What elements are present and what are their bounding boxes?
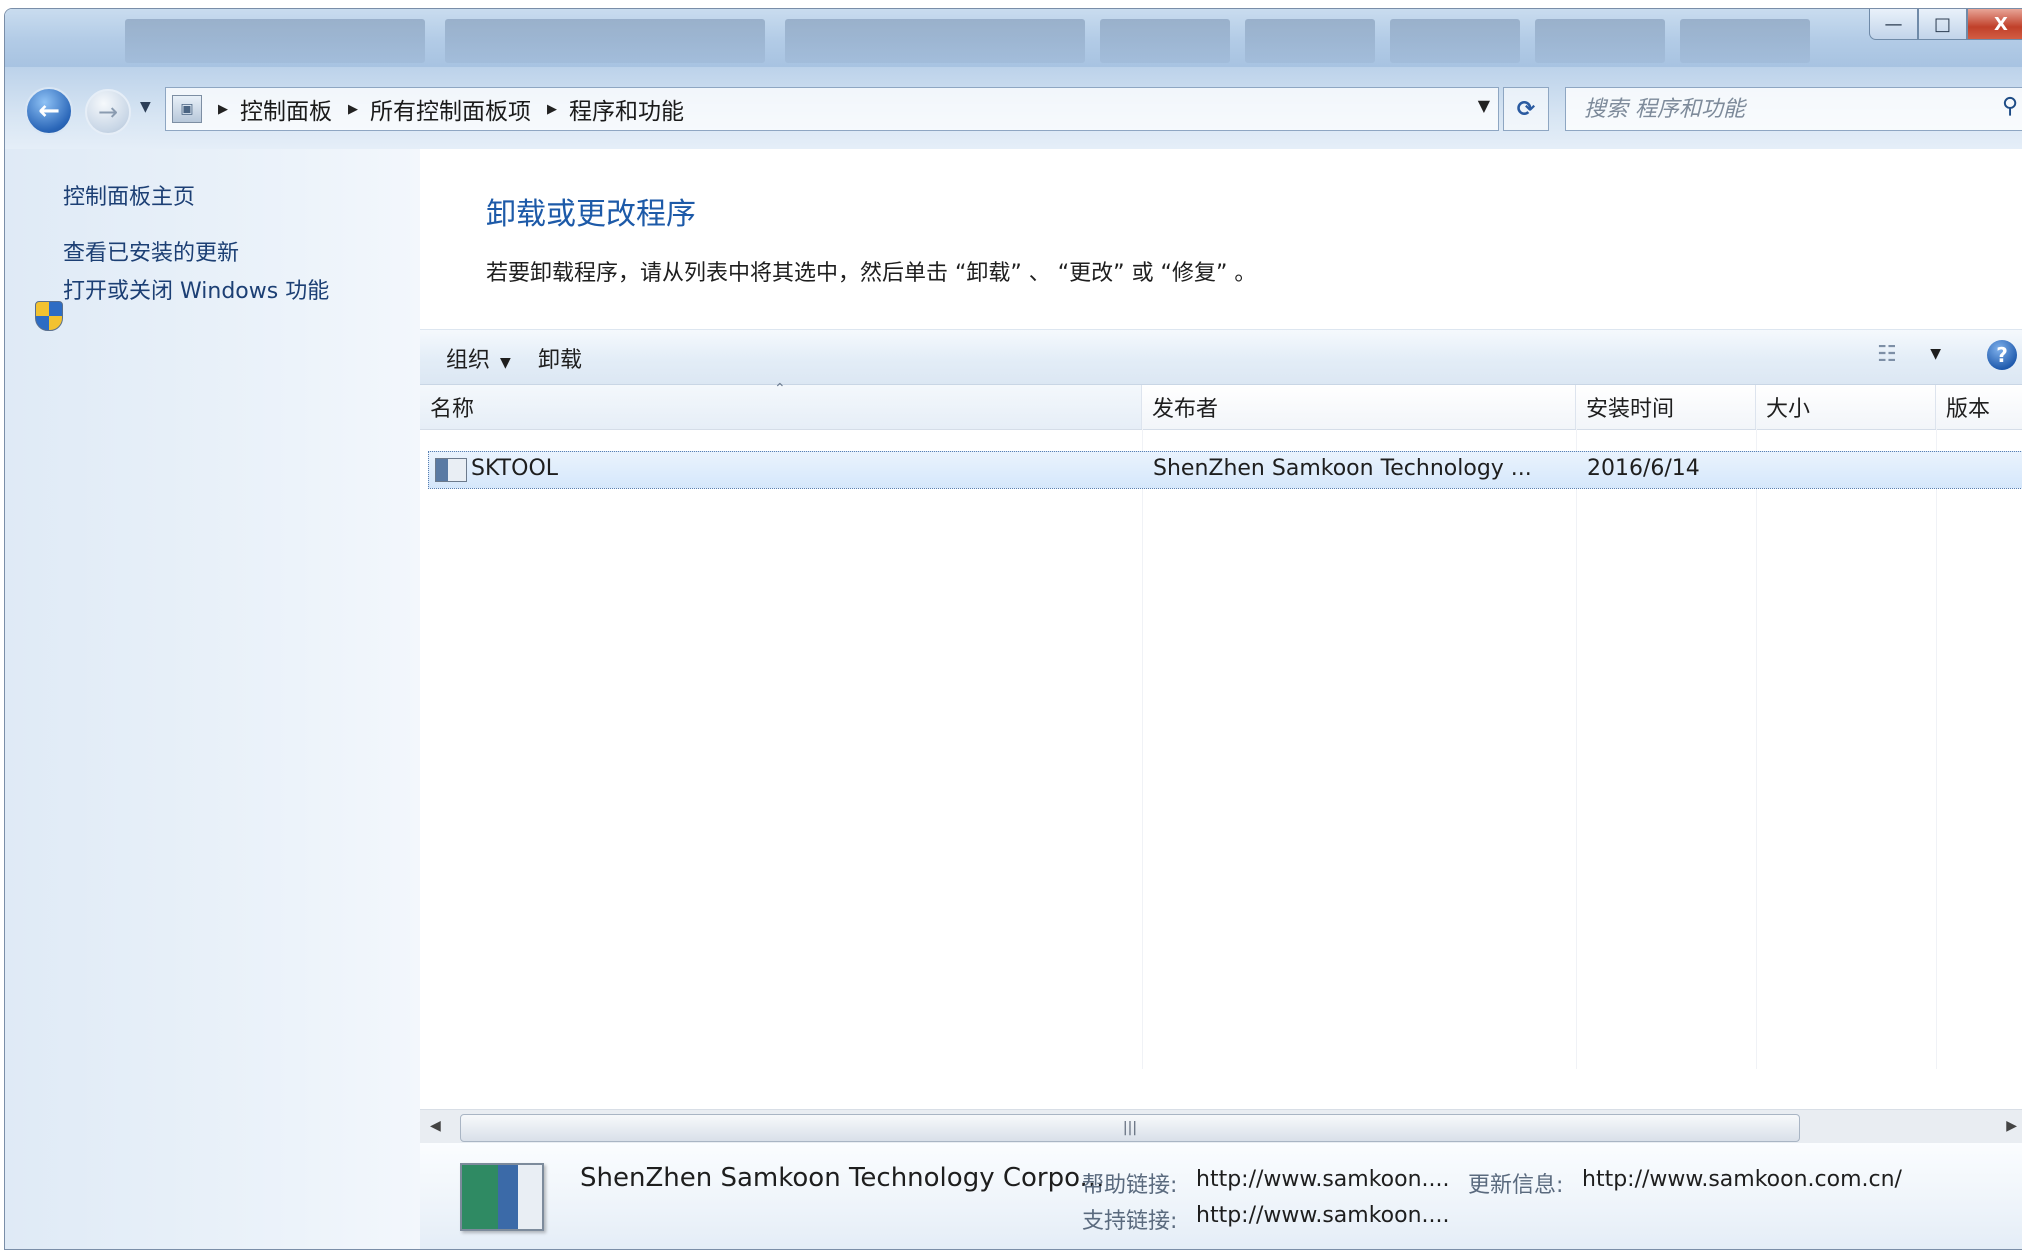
chevron-down-icon: ▼ — [500, 355, 511, 371]
horizontal-scrollbar[interactable]: ◀ ||| ▶ — [420, 1109, 2022, 1144]
breadcrumb-separator-icon[interactable]: ▶ — [348, 102, 358, 117]
organize-label: 组织 — [446, 348, 491, 373]
breadcrumb-separator-icon[interactable]: ▶ — [547, 102, 557, 117]
back-button[interactable]: ← — [25, 87, 73, 135]
title-bar-blur — [785, 19, 1085, 63]
program-large-icon — [460, 1163, 544, 1231]
breadcrumb-programs[interactable]: 程序和功能 — [569, 92, 684, 126]
shield-icon — [35, 301, 63, 331]
help-link-label: 帮助链接: — [1082, 1173, 1178, 1198]
title-bar-blur — [1245, 19, 1375, 63]
column-size[interactable]: 大小 — [1756, 385, 1936, 429]
breadcrumb-separator-icon[interactable]: ▶ — [218, 102, 228, 117]
scroll-left-icon[interactable]: ◀ — [430, 1118, 441, 1134]
refresh-icon: ⟳ — [1516, 96, 1536, 122]
organize-menu[interactable]: 组织 ▼ — [446, 342, 511, 374]
scroll-right-icon[interactable]: ▶ — [2006, 1118, 2017, 1134]
left-pane: 控制面板主页 查看已安装的更新 打开或关闭 Windows 功能 — [5, 149, 420, 1249]
grip-icon: ||| — [1122, 1120, 1138, 1136]
title-bar-blur — [445, 19, 765, 63]
program-icon — [435, 458, 467, 482]
minimize-button[interactable]: — — [1869, 9, 1918, 40]
arrow-left-icon: ← — [38, 96, 60, 126]
search-box[interactable]: ⚲ — [1565, 87, 2022, 131]
column-publisher[interactable]: 发布者 — [1142, 385, 1576, 429]
view-options-icon[interactable]: ☷ — [1877, 342, 1907, 368]
column-version[interactable]: 版本 — [1936, 385, 2022, 429]
title-bar-blur — [1535, 19, 1665, 63]
title-bar-blur — [1680, 19, 1810, 63]
window: — □ X ← → ▼ ▣ ▶ 控制面板 ▶ 所有控制面板项 ▶ 程序和功能 ▼… — [4, 8, 2022, 1250]
maximize-button[interactable]: □ — [1918, 9, 1967, 40]
breadcrumb-control-panel[interactable]: 控制面板 — [240, 92, 332, 126]
program-publisher: ShenZhen Samkoon Technology ... — [1153, 456, 1532, 481]
program-name: SKTOOL — [471, 456, 559, 481]
navigation-bar: ← → ▼ ▣ ▶ 控制面板 ▶ 所有控制面板项 ▶ 程序和功能 ▼ ⟳ ⚲ — [5, 67, 2022, 149]
title-bar-blur — [1100, 19, 1230, 63]
scrollbar-thumb[interactable]: ||| — [460, 1114, 1800, 1142]
column-divider — [1576, 429, 1577, 1069]
arrow-right-icon: → — [97, 98, 119, 126]
table-row[interactable]: SKTOOL ShenZhen Samkoon Technology ... 2… — [428, 451, 2022, 489]
sidebar-item-windows-features[interactable]: 打开或关闭 Windows 功能 — [63, 273, 329, 305]
support-link-label: 支持链接: — [1082, 1209, 1178, 1234]
column-divider — [1142, 429, 1143, 1069]
column-name[interactable]: 名称 ⌃ — [420, 381, 1142, 429]
details-publisher: ShenZhen Samkoon Technology Corpo... — [580, 1163, 1105, 1193]
search-input[interactable] — [1582, 95, 1986, 123]
sidebar-item-installed-updates[interactable]: 查看已安装的更新 — [63, 235, 239, 267]
column-divider — [1936, 429, 1937, 1069]
help-icon[interactable]: ? — [1987, 340, 2017, 370]
page-title: 卸载或更改程序 — [486, 197, 696, 232]
command-bar: 组织 ▼ 卸载 ☷ ▼ ? — [420, 329, 2022, 385]
page-description: 若要卸载程序，请从列表中将其选中，然后单击 “卸载” 、 “更改” 或 “修复”… — [486, 261, 1257, 286]
address-bar[interactable]: ▣ ▶ 控制面板 ▶ 所有控制面板项 ▶ 程序和功能 ▼ — [165, 87, 1499, 131]
history-dropdown-icon[interactable]: ▼ — [140, 99, 151, 115]
list-header: 名称 ⌃ 发布者 安装时间 大小 版本 — [420, 381, 2022, 430]
program-install-date: 2016/6/14 — [1587, 456, 1700, 481]
search-icon[interactable]: ⚲ — [2002, 94, 2018, 119]
column-installed-on[interactable]: 安装时间 — [1576, 385, 1756, 429]
column-name-label: 名称 — [430, 397, 475, 422]
view-dropdown-icon[interactable]: ▼ — [1930, 346, 1941, 362]
main-content: 卸载或更改程序 若要卸载程序，请从列表中将其选中，然后单击 “卸载” 、 “更改… — [420, 149, 2022, 1249]
uninstall-button[interactable]: 卸载 — [538, 342, 582, 374]
breadcrumb-all-items[interactable]: 所有控制面板项 — [370, 92, 531, 126]
details-pane: ShenZhen Samkoon Technology Corpo... 帮助链… — [420, 1143, 2022, 1249]
control-panel-icon: ▣ — [172, 95, 202, 123]
title-bar-blur — [1390, 19, 1520, 63]
forward-button[interactable]: → — [85, 89, 131, 135]
close-button[interactable]: X — [1967, 9, 2022, 40]
sidebar-item-control-panel-home[interactable]: 控制面板主页 — [63, 179, 195, 211]
update-info-label: 更新信息: — [1468, 1173, 1564, 1198]
sort-ascending-icon: ⌃ — [774, 381, 786, 397]
update-info-link[interactable]: http://www.samkoon.com.cn/ — [1582, 1167, 1902, 1192]
support-link[interactable]: http://www.samkoon.... — [1196, 1203, 1450, 1228]
title-bar-blur — [125, 19, 425, 63]
refresh-button[interactable]: ⟳ — [1503, 87, 1549, 131]
help-link[interactable]: http://www.samkoon.... — [1196, 1167, 1450, 1192]
window-controls: — □ X — [1869, 9, 2022, 40]
address-dropdown-icon[interactable]: ▼ — [1478, 96, 1490, 115]
column-divider — [1756, 429, 1757, 1069]
